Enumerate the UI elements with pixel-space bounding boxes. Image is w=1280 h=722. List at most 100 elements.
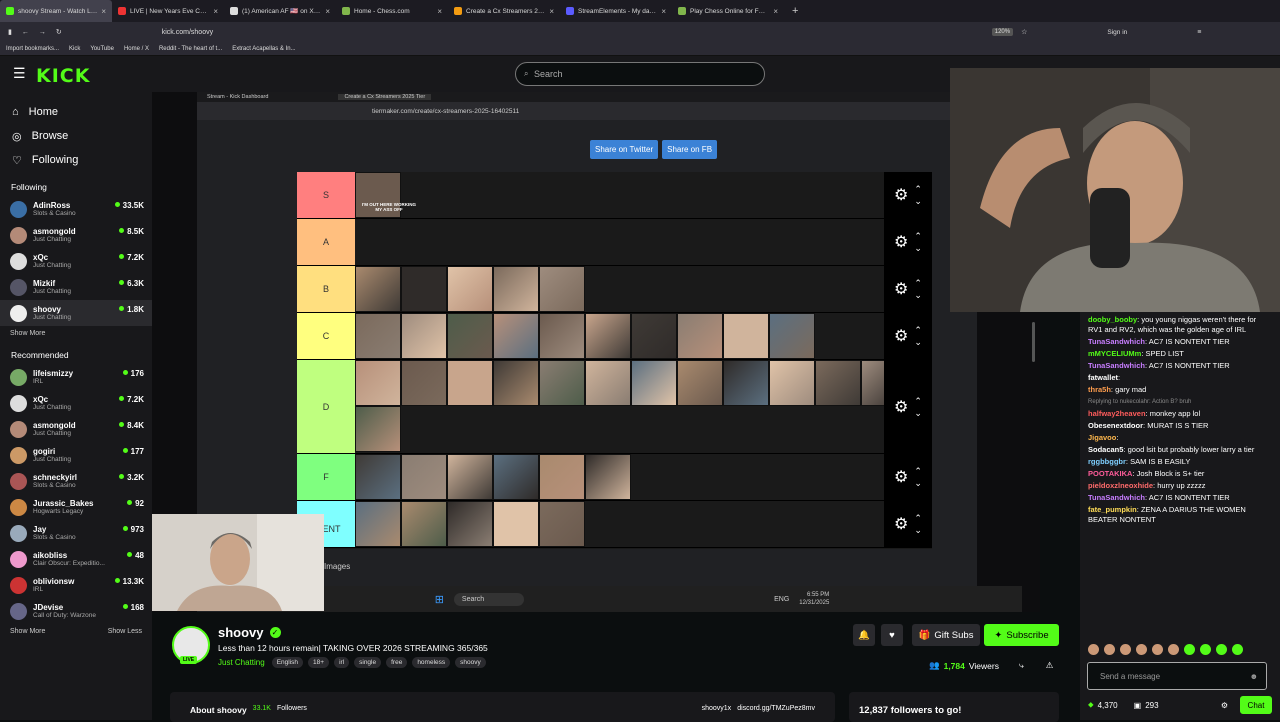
- chat-username[interactable]: Jigavoo: [1088, 433, 1116, 442]
- chat-settings-icon[interactable]: ⚙: [1221, 701, 1228, 710]
- chat-username[interactable]: POOTAKIKA: [1088, 469, 1132, 478]
- sidebar-channel-gogiri[interactable]: gogiri Just Chatting 177: [0, 442, 152, 468]
- sidebar-channel-shoovy[interactable]: shoovy Just Chatting 1.8K: [0, 300, 152, 326]
- sidebar-channel-mizkif[interactable]: Mizkif Just Chatting 6.3K: [0, 274, 152, 300]
- chat-username[interactable]: fatwallet: [1088, 373, 1118, 382]
- reload-icon[interactable]: ↻: [56, 28, 62, 36]
- browser-tab[interactable]: shoovy Stream - Watch Live ×: [0, 0, 112, 22]
- browser-tab[interactable]: StreamElements - My dashboa ×: [560, 0, 672, 22]
- sidebar-channel-xqc[interactable]: xQc Just Chatting 7.2K: [0, 248, 152, 274]
- browser-tab[interactable]: Create a Cx Streamers 2025 Tie×: [448, 0, 560, 22]
- show-less-link[interactable]: Show Less: [108, 628, 142, 635]
- forward-icon[interactable]: →: [39, 29, 46, 36]
- sidebar-channel-xqc[interactable]: xQc Just Chatting 7.2K: [0, 390, 152, 416]
- tab-close-icon[interactable]: ×: [773, 7, 778, 16]
- tab-close-icon[interactable]: ×: [325, 7, 330, 16]
- show-more-link[interactable]: Show More: [10, 330, 45, 337]
- bookmark-item[interactable]: Import bookmarks...: [6, 46, 59, 52]
- sidebar-channel-oblivionsw[interactable]: oblivionsw IRL 13.3K: [0, 572, 152, 598]
- player-scrollbar[interactable]: [1032, 322, 1035, 362]
- browser-tab[interactable]: LIVE | New Years Eve Celebration ×: [112, 0, 224, 22]
- signin-link[interactable]: Sign in: [1107, 29, 1127, 36]
- sidebar-channel-aikobliss[interactable]: aikobliss Clair Obscur: Expeditio... 48: [0, 546, 152, 572]
- tab-close-icon[interactable]: ×: [213, 7, 218, 16]
- tag-chip[interactable]: homeless: [412, 657, 451, 668]
- emote-icon[interactable]: [1088, 644, 1099, 655]
- menu-icon[interactable]: ≡: [1197, 29, 1201, 36]
- sidebar-channel-asmongold[interactable]: asmongold Just Chatting 8.5K: [0, 222, 152, 248]
- emote-icon[interactable]: [1136, 644, 1147, 655]
- emote-icon[interactable]: [1200, 644, 1211, 655]
- bookmark-item[interactable]: Reddit - The heart of t...: [159, 46, 222, 52]
- chat-username[interactable]: TunaSandwhich: [1088, 337, 1145, 346]
- chat-send-button[interactable]: Chat: [1240, 696, 1272, 714]
- browser-tab[interactable]: Play Chess Online for FREE - 2 P ×: [672, 0, 784, 22]
- chat-username[interactable]: Obesenextdoor: [1088, 421, 1143, 430]
- bookmark-item[interactable]: Home / X: [124, 46, 149, 52]
- bookmark-star-icon[interactable]: ☆: [1021, 28, 1027, 36]
- hamburger-icon[interactable]: ☰: [13, 65, 26, 82]
- sidebar-toggle-icon[interactable]: ▮: [8, 28, 12, 36]
- chat-username[interactable]: TunaSandwhich: [1088, 493, 1145, 502]
- tag-chip[interactable]: English: [271, 657, 304, 668]
- chat-username[interactable]: Sodacan5: [1088, 445, 1123, 454]
- tab-close-icon[interactable]: ×: [101, 7, 106, 16]
- sidebar-nav-following[interactable]: ♡ Following: [0, 148, 152, 172]
- chat-username[interactable]: mMYCELIUMm: [1088, 349, 1141, 358]
- kick-logo[interactable]: KICK: [36, 65, 90, 87]
- tab-close-icon[interactable]: ×: [437, 7, 442, 16]
- chat-username[interactable]: fate_pumpkin: [1088, 505, 1137, 514]
- sidebar-channel-schneckyirl[interactable]: schneckyirl Slots & Casino 3.2K: [0, 468, 152, 494]
- bookmark-item[interactable]: Kick: [69, 46, 80, 52]
- sidebar-channel-jdevise[interactable]: JDevise Call of Duty: Warzone 168: [0, 598, 152, 624]
- sidebar-nav-browse[interactable]: ◎ Browse: [0, 124, 152, 148]
- sidebar-channel-lifeismizzy[interactable]: lifeismizzy IRL 176: [0, 364, 152, 390]
- emoji-icon[interactable]: ☻: [1250, 672, 1258, 681]
- back-icon[interactable]: ←: [22, 29, 29, 36]
- chat-username[interactable]: TunaSandwhich: [1088, 361, 1145, 370]
- category-link[interactable]: Just Chatting: [218, 658, 265, 667]
- browser-tab[interactable]: Home - Chess.com ×: [336, 0, 448, 22]
- browser-tab[interactable]: (1) American AF 🇺🇸 on X: "A mu ×: [224, 0, 336, 22]
- sidebar-channel-jay[interactable]: Jay Slots & Casino 973: [0, 520, 152, 546]
- emote-icon[interactable]: [1232, 644, 1243, 655]
- show-more-link-2[interactable]: Show More: [10, 628, 45, 635]
- sidebar-nav-home[interactable]: ⌂ Home: [0, 100, 152, 124]
- gift-subs-button[interactable]: 🎁 Gift Subs: [912, 624, 980, 646]
- tag-chip[interactable]: irl: [334, 657, 350, 668]
- url-text[interactable]: kick.com/shoovy: [162, 29, 992, 36]
- new-tab-icon[interactable]: +: [792, 5, 798, 17]
- chat-username[interactable]: thra5h: [1088, 385, 1111, 394]
- sidebar-channel-adinross[interactable]: AdinRoss Slots & Casino 33.5K: [0, 196, 152, 222]
- bookmark-item[interactable]: Extract Acapellas & In...: [232, 46, 295, 52]
- discord-link[interactable]: discord.gg/TMZuPez8mv: [737, 705, 815, 712]
- tag-chip[interactable]: single: [354, 657, 382, 668]
- bookmark-item[interactable]: YouTube: [90, 46, 114, 52]
- emote-icon[interactable]: [1168, 644, 1179, 655]
- tag-chip[interactable]: shoovy: [455, 657, 486, 668]
- chat-username[interactable]: pieldoxzlneoxhide: [1088, 481, 1153, 490]
- emote-icon[interactable]: [1152, 644, 1163, 655]
- tab-close-icon[interactable]: ×: [661, 7, 666, 16]
- share-icon[interactable]: ⤷: [1019, 660, 1024, 671]
- emote-icon[interactable]: [1104, 644, 1115, 655]
- chat-username[interactable]: halfway2heaven: [1088, 409, 1146, 418]
- subscribe-button[interactable]: ✦ Subscribe: [984, 624, 1059, 646]
- zoom-badge[interactable]: 120%: [991, 28, 1014, 36]
- chat-username[interactable]: dooby_booby: [1088, 315, 1137, 324]
- sidebar-channel-asmongold[interactable]: asmongold Just Chatting 8.4K: [0, 416, 152, 442]
- emote-icon[interactable]: [1120, 644, 1131, 655]
- follow-heart-button[interactable]: ♥: [881, 624, 903, 646]
- chat-input[interactable]: Send a message ☻: [1087, 662, 1267, 690]
- emote-icon[interactable]: [1216, 644, 1227, 655]
- search-input[interactable]: ⌕ Search: [515, 62, 765, 86]
- tag-chip[interactable]: free: [386, 657, 408, 668]
- tag-chip[interactable]: 18+: [308, 657, 330, 668]
- tab-close-icon[interactable]: ×: [549, 7, 554, 16]
- chat-username[interactable]: rggbbggbr: [1088, 457, 1126, 466]
- x-link[interactable]: shoovy1x: [702, 705, 732, 712]
- report-icon[interactable]: ⚠: [1046, 660, 1054, 671]
- notify-bell-button[interactable]: 🔔: [853, 624, 875, 646]
- channel-name[interactable]: shoovy: [218, 625, 264, 640]
- sidebar-channel-jurassic_bakes[interactable]: Jurassic_Bakes Hogwarts Legacy 92: [0, 494, 152, 520]
